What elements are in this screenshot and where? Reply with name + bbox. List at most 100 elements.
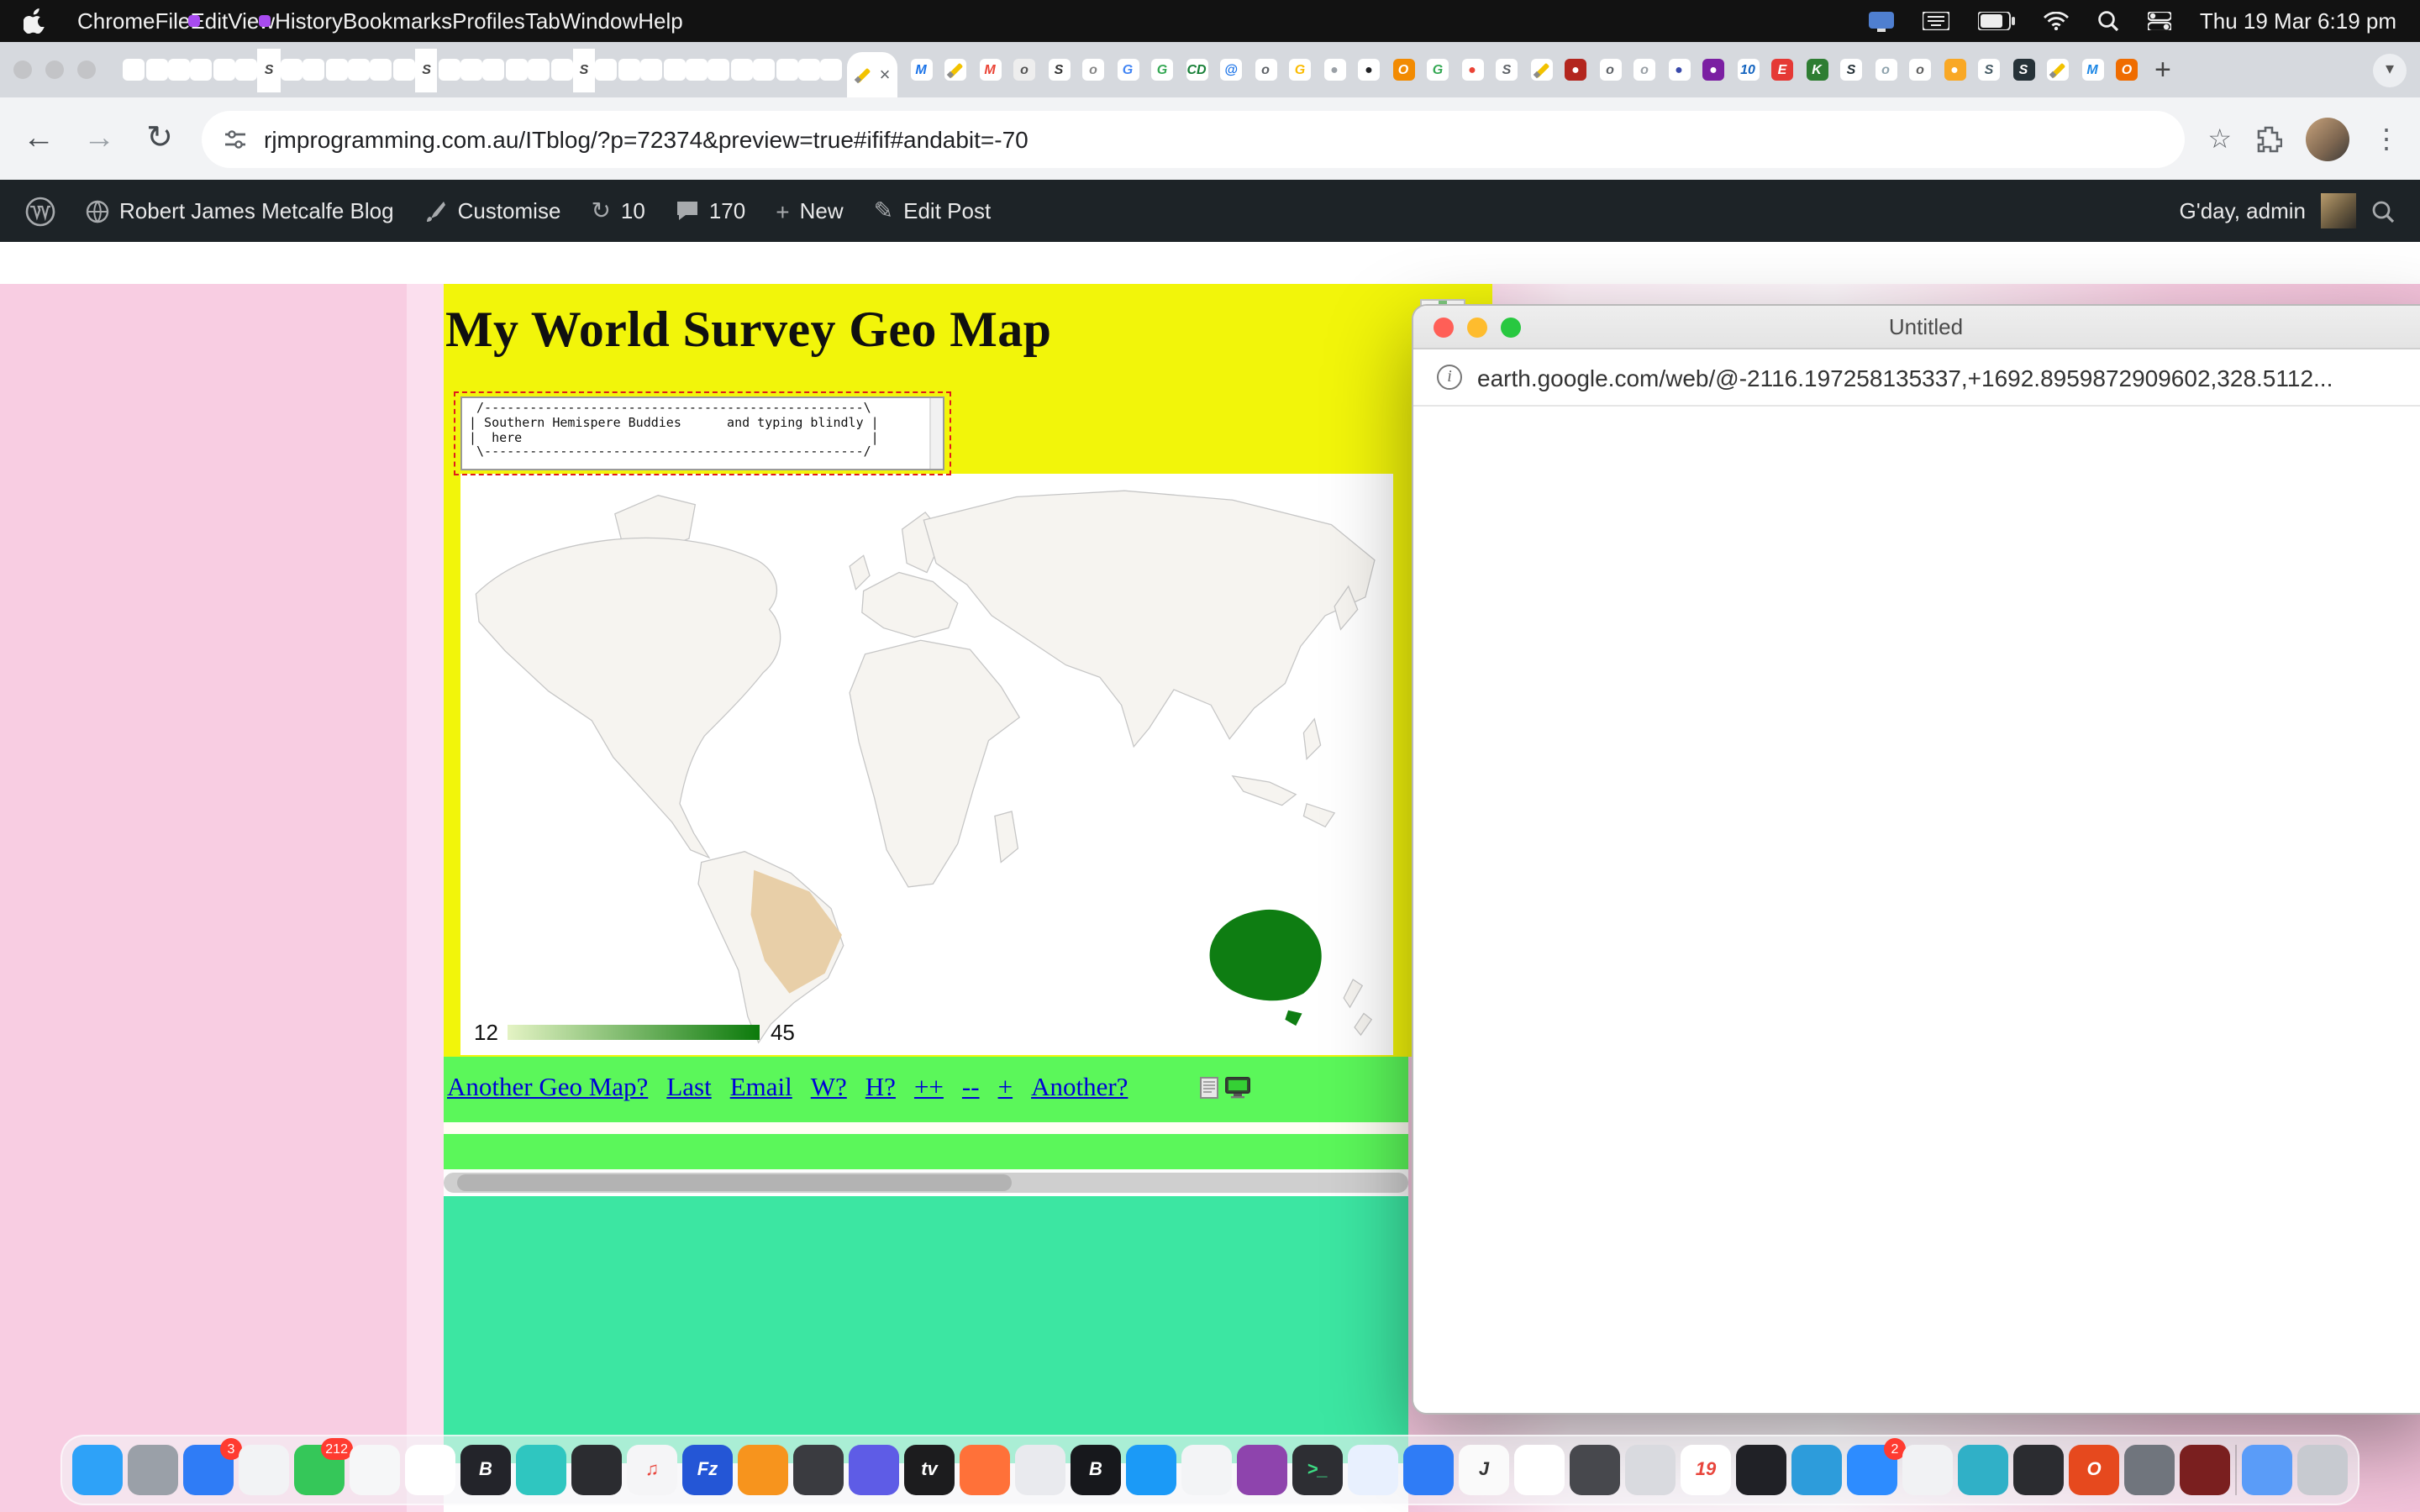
horizontal-scrollbar[interactable]: [444, 1172, 1408, 1192]
dock-app-icon[interactable]: 19: [1681, 1445, 1731, 1495]
customise-menu[interactable]: Customise: [424, 198, 561, 223]
document-icon[interactable]: [1200, 1077, 1218, 1099]
screen-mirroring-icon[interactable]: [1869, 11, 1894, 31]
browser-tab[interactable]: ●: [1944, 59, 1965, 81]
close-window-button[interactable]: [13, 60, 32, 79]
page-link[interactable]: +: [998, 1074, 1013, 1104]
dock-app-icon[interactable]: [2013, 1445, 2064, 1495]
bookmark-star-icon[interactable]: ☆: [2207, 122, 2232, 155]
browser-tab[interactable]: [325, 48, 348, 92]
dock-app-icon[interactable]: [2297, 1445, 2348, 1495]
tasmania-region[interactable]: [1285, 1011, 1302, 1026]
browser-tab[interactable]: [708, 48, 730, 92]
browser-tab[interactable]: ●: [1668, 59, 1690, 81]
browser-tab[interactable]: o: [1255, 59, 1276, 81]
new-content-menu[interactable]: + New: [776, 197, 843, 224]
page-link[interactable]: W?: [811, 1074, 847, 1104]
dock-app-icon[interactable]: [2180, 1445, 2230, 1495]
browser-tab[interactable]: [235, 48, 258, 92]
browser-tab[interactable]: [820, 48, 843, 92]
dock-app-icon[interactable]: [793, 1445, 844, 1495]
site-menu[interactable]: Robert James Metcalfe Blog: [86, 198, 394, 223]
menubar-item[interactable]: Help: [638, 8, 683, 34]
browser-tab[interactable]: [753, 48, 776, 92]
browser-tab[interactable]: o: [1875, 59, 1897, 81]
site-settings-icon[interactable]: [224, 127, 247, 150]
monitor-icon[interactable]: [1225, 1077, 1250, 1099]
dock-app-icon[interactable]: [2124, 1445, 2175, 1495]
browser-tab[interactable]: @: [1220, 59, 1242, 81]
browser-tab[interactable]: [168, 48, 191, 92]
dock-app-icon[interactable]: [738, 1445, 788, 1495]
dock-app-icon[interactable]: [1348, 1445, 1398, 1495]
browser-tab[interactable]: E: [1771, 59, 1793, 81]
browser-tab[interactable]: [190, 48, 213, 92]
dock-app-icon[interactable]: ♫: [627, 1445, 677, 1495]
browser-tab[interactable]: [392, 48, 415, 92]
browser-tab[interactable]: [663, 48, 686, 92]
chrome-menu-icon[interactable]: ⋮: [2373, 122, 2400, 155]
new-tab-button[interactable]: +: [2154, 53, 2171, 87]
wifi-icon[interactable]: [2044, 12, 2069, 30]
dock-app-icon[interactable]: >_: [1292, 1445, 1343, 1495]
browser-tab[interactable]: M: [2081, 59, 2103, 81]
updates-menu[interactable]: ↻ 10: [591, 197, 644, 225]
browser-tab[interactable]: [145, 48, 168, 92]
browser-tab[interactable]: [483, 48, 506, 92]
dock-app-icon[interactable]: 2: [1847, 1445, 1897, 1495]
browser-tab[interactable]: [505, 48, 528, 92]
control-center-icon[interactable]: [2148, 12, 2171, 30]
greeting-text[interactable]: G'day, admin: [2180, 198, 2306, 223]
menubar-item[interactable]: Profiles: [452, 8, 525, 34]
dock-app-icon[interactable]: [1958, 1445, 2008, 1495]
browser-tab[interactable]: [686, 48, 708, 92]
untitled-url-row[interactable]: i earth.google.com/web/@-2116.1972581353…: [1413, 349, 2420, 407]
page-link[interactable]: Another?: [1031, 1074, 1128, 1104]
browser-tab[interactable]: S: [1048, 59, 1070, 81]
browser-tab[interactable]: S: [1496, 59, 1518, 81]
browser-tab[interactable]: S: [1978, 59, 2000, 81]
dock-app-icon[interactable]: B: [460, 1445, 511, 1495]
browser-tab[interactable]: O: [1392, 59, 1414, 81]
menubar-clock[interactable]: Thu 19 Mar 6:19 pm: [2200, 8, 2396, 34]
browser-tab[interactable]: G: [1117, 59, 1139, 81]
menubar-item[interactable]: Window: [560, 8, 639, 34]
browser-tab[interactable]: [528, 48, 550, 92]
browser-tab[interactable]: S: [1840, 59, 1862, 81]
zoom-window-button[interactable]: [77, 60, 96, 79]
browser-tab[interactable]: M: [910, 59, 932, 81]
profile-avatar[interactable]: [2306, 117, 2349, 160]
active-tab[interactable]: ×: [846, 52, 897, 97]
browser-tab[interactable]: G: [1289, 59, 1311, 81]
menubar-item[interactable]: Tab: [525, 8, 560, 34]
dock-app-icon[interactable]: [1126, 1445, 1176, 1495]
dock-app-icon[interactable]: [1736, 1445, 1786, 1495]
page-link[interactable]: ++: [914, 1074, 944, 1104]
page-link[interactable]: Email: [730, 1074, 792, 1104]
browser-tab[interactable]: S: [573, 48, 596, 92]
dock-app-icon[interactable]: [1625, 1445, 1676, 1495]
dock-app-icon[interactable]: [516, 1445, 566, 1495]
close-tab-icon[interactable]: ×: [880, 65, 891, 85]
browser-tab[interactable]: M: [979, 59, 1001, 81]
minimize-window-button[interactable]: [45, 60, 64, 79]
browser-tab[interactable]: [123, 48, 145, 92]
browser-tab[interactable]: [213, 48, 235, 92]
menubar-item[interactable]: Bookmarks: [343, 8, 452, 34]
browser-tab[interactable]: G: [1427, 59, 1449, 81]
dock-app-icon[interactable]: [1237, 1445, 1287, 1495]
browser-tab[interactable]: [348, 48, 371, 92]
browser-tab[interactable]: o: [1909, 59, 1931, 81]
browser-tab[interactable]: [371, 48, 393, 92]
page-link[interactable]: Another Geo Map?: [447, 1074, 648, 1104]
browser-tab[interactable]: [1530, 59, 1552, 81]
dock-app-icon[interactable]: O: [2069, 1445, 2119, 1495]
dock-app-icon[interactable]: [849, 1445, 899, 1495]
url-text[interactable]: rjmprogramming.com.au/ITblog/?p=72374&pr…: [264, 125, 2162, 152]
spotlight-search-icon[interactable]: [2097, 10, 2119, 32]
dock-app-icon[interactable]: [2242, 1445, 2292, 1495]
dock-app-icon[interactable]: [239, 1445, 289, 1495]
browser-tab[interactable]: [640, 48, 663, 92]
browser-tab[interactable]: [618, 48, 640, 92]
dock-app-icon[interactable]: Fz: [682, 1445, 733, 1495]
